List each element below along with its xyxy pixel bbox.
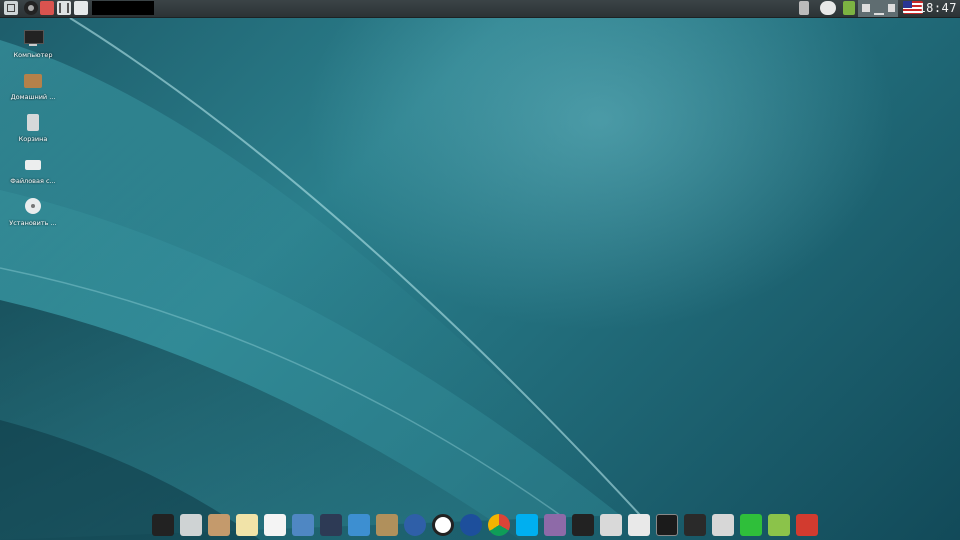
menu-icon[interactable] — [4, 1, 18, 15]
trash-icon — [23, 112, 43, 132]
media-player-icon[interactable] — [320, 514, 342, 536]
archive-icon[interactable] — [208, 514, 230, 536]
scissors-icon[interactable] — [40, 1, 54, 15]
software-center-icon[interactable] — [768, 514, 790, 536]
launcher-disc-icon[interactable] — [24, 1, 38, 15]
desktop-icon-label: Домашний ... — [10, 93, 56, 101]
usb-writer-icon[interactable] — [600, 514, 622, 536]
system-monitor-icon[interactable] — [684, 514, 706, 536]
install-disc-icon — [23, 196, 43, 216]
opera-icon[interactable] — [432, 514, 454, 536]
dock — [148, 511, 818, 539]
volume-icon[interactable] — [888, 4, 895, 12]
mixer-icon[interactable] — [57, 1, 71, 15]
desktop-icon-label: Компьютер — [13, 51, 53, 59]
network-globe-icon[interactable] — [404, 514, 426, 536]
notes-icon[interactable] — [796, 514, 818, 536]
desktop-icon-filesystem[interactable]: Файловая с... — [8, 154, 58, 185]
filesystem-drive-icon — [23, 154, 43, 174]
taskbar-window-button[interactable] — [92, 1, 154, 15]
coffee-icon[interactable] — [862, 4, 870, 12]
file-manager-icon[interactable] — [348, 514, 370, 536]
image-viewer-icon[interactable] — [292, 514, 314, 536]
computer-icon — [23, 28, 44, 48]
desktop-icon-computer[interactable]: Компьютер — [8, 28, 58, 59]
pidgin-icon[interactable] — [544, 514, 566, 536]
chrome-icon[interactable] — [488, 514, 510, 536]
tray-active-area[interactable] — [858, 0, 898, 17]
network-icon[interactable] — [874, 3, 884, 15]
desktop-icon-label: Корзина — [18, 135, 48, 143]
desktop-icon-install[interactable]: Установить ... — [8, 196, 58, 227]
skype-icon[interactable] — [516, 514, 538, 536]
clock[interactable]: 18:47 — [918, 1, 957, 15]
trash-applet-icon[interactable] — [799, 1, 809, 15]
wallpaper — [0, 17, 641, 540]
text-editor-icon[interactable] — [236, 514, 258, 536]
terminal-icon[interactable] — [656, 514, 678, 536]
desktop-icon-trash[interactable]: Корзина — [8, 112, 58, 143]
desktop-icon-label: Файловая с... — [10, 177, 56, 185]
home-folder-icon — [23, 70, 43, 90]
tux-icon[interactable] — [572, 514, 594, 536]
gimp-icon[interactable] — [376, 514, 398, 536]
top-panel: 18:47 — [0, 0, 960, 18]
picture-icon[interactable] — [628, 514, 650, 536]
desktop-icon-home[interactable]: Домашний ... — [8, 70, 58, 101]
desktop-icon-label: Установить ... — [9, 219, 57, 227]
weather-icon[interactable] — [820, 1, 836, 15]
update-icon[interactable] — [740, 514, 762, 536]
monitor-icon[interactable] — [152, 514, 174, 536]
document-icon[interactable] — [264, 514, 286, 536]
shield-icon[interactable] — [843, 1, 855, 15]
firefox-icon[interactable] — [460, 514, 482, 536]
search-icon[interactable] — [74, 1, 88, 15]
disk-utility-icon[interactable] — [180, 514, 202, 536]
settings-icon[interactable] — [712, 514, 734, 536]
